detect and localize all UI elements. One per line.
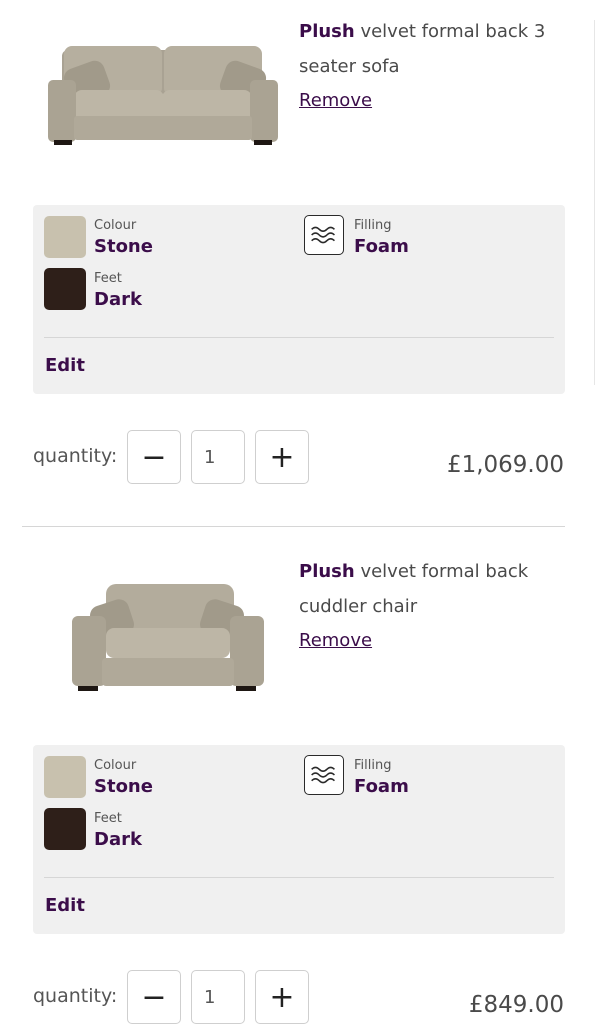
colour-label: Colour	[94, 218, 137, 233]
item-price: £849.00	[468, 992, 564, 1018]
feet-value: Dark	[94, 829, 142, 850]
feet-label: Feet	[94, 271, 122, 286]
edit-button[interactable]: Edit	[45, 895, 85, 916]
scroll-edge	[594, 20, 595, 385]
options-divider	[44, 877, 554, 878]
colour-swatch	[44, 216, 86, 258]
quantity-label: quantity:	[33, 985, 118, 1007]
item-price: £1,069.00	[446, 452, 564, 478]
product-title: Plush velvet formal back 3 seater sofa	[299, 14, 569, 84]
options-panel: Colour Stone Feet Dark Filling Foam Edit	[33, 205, 565, 394]
quantity-increase-button[interactable]: +	[255, 970, 309, 1024]
sofa-image	[48, 46, 278, 145]
filling-label: Filling	[354, 218, 392, 233]
quantity-increase-button[interactable]: +	[255, 430, 309, 484]
quantity-decrease-button[interactable]: −	[127, 430, 181, 484]
quantity-input[interactable]	[191, 430, 245, 484]
filling-label: Filling	[354, 758, 392, 773]
filling-value: Foam	[354, 236, 409, 257]
quantity-decrease-button[interactable]: −	[127, 970, 181, 1024]
filling-value: Foam	[354, 776, 409, 797]
remove-link[interactable]: Remove	[299, 630, 372, 651]
feet-swatch	[44, 808, 86, 850]
product-title: Plush velvet formal back cuddler chair	[299, 554, 569, 624]
options-panel: Colour Stone Feet Dark Filling Foam Edit	[33, 745, 565, 934]
feet-swatch	[44, 268, 86, 310]
colour-label: Colour	[94, 758, 137, 773]
wave-icon	[304, 215, 344, 255]
product-brand: Plush	[299, 21, 355, 42]
chair-image	[72, 584, 264, 691]
feet-value: Dark	[94, 289, 142, 310]
remove-link[interactable]: Remove	[299, 90, 372, 111]
colour-value: Stone	[94, 236, 153, 257]
quantity-input[interactable]	[191, 970, 245, 1024]
quantity-label: quantity:	[33, 445, 118, 467]
product-brand: Plush	[299, 561, 355, 582]
feet-label: Feet	[94, 811, 122, 826]
wave-icon	[304, 755, 344, 795]
colour-value: Stone	[94, 776, 153, 797]
item-separator	[22, 526, 565, 527]
options-divider	[44, 337, 554, 338]
edit-button[interactable]: Edit	[45, 355, 85, 376]
colour-swatch	[44, 756, 86, 798]
